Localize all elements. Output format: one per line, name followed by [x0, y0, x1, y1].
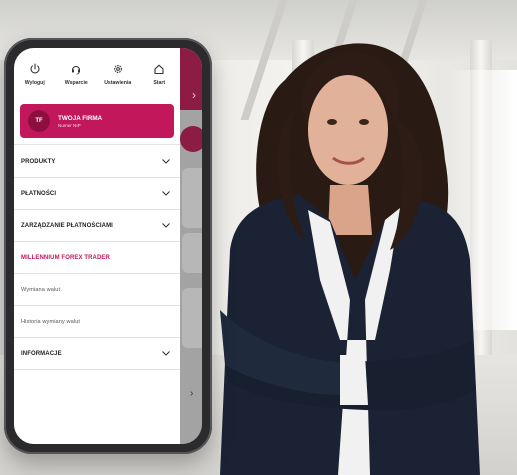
menu-item-information[interactable]: INFORMACJE — [14, 338, 180, 370]
account-badge — [180, 126, 202, 152]
chevron-down-icon — [162, 351, 170, 356]
menu-item-currency-exchange[interactable]: Wymiana walut — [14, 274, 180, 306]
divider — [14, 144, 180, 145]
menu-item-exchange-history[interactable]: Historia wymiany walut — [14, 306, 180, 338]
company-selector[interactable]: TF TWOJA FIRMA Numer NIP — [20, 104, 174, 138]
headset-icon — [72, 65, 81, 75]
menu-item-label: MILLENNIUM FOREX TRADER — [21, 254, 110, 261]
chevron-right-icon: › — [190, 388, 194, 399]
settings-label: Ustawienia — [104, 80, 132, 86]
menu-item-label: Historia wymiany walut — [21, 318, 81, 325]
company-nip: Numer NIP — [58, 122, 81, 128]
home-icon — [154, 64, 164, 75]
menu-item-label: ZARZĄDZANIE PŁATNOŚCIAMI — [21, 222, 113, 229]
menu-item-label: PŁATNOŚCI — [21, 190, 57, 197]
settings-button[interactable]: Ustawienia — [97, 54, 139, 100]
home-label: Start — [153, 80, 166, 86]
support-button[interactable]: Wsparcie — [56, 54, 98, 100]
app-card — [182, 233, 202, 273]
menu-item-payments[interactable]: PŁATNOŚCI — [14, 178, 180, 210]
menu-item-payments-management[interactable]: ZARZĄDZANIE PŁATNOŚCIAMI — [14, 210, 180, 242]
menu-item-label: Wymiana walut — [21, 286, 61, 293]
chevron-down-icon — [162, 159, 170, 164]
support-label: Wsparcie — [64, 80, 88, 86]
logout-label: Wyloguj — [24, 80, 45, 86]
company-avatar: TF — [28, 110, 50, 132]
menu-item-label: INFORMACJE — [21, 350, 62, 357]
menu-item-products[interactable]: PRODUKTY — [14, 146, 180, 178]
app-card — [182, 168, 202, 228]
menu-section-forex-trader[interactable]: MILLENNIUM FOREX TRADER — [14, 242, 180, 274]
side-menu: Wyloguj Wsparcie Ustawienia Start TF TWO… — [14, 48, 180, 444]
menu-item-label: PRODUKTY — [21, 158, 56, 165]
chevron-down-icon — [162, 191, 170, 196]
company-name: TWOJA FIRMA — [58, 114, 103, 122]
quick-actions: Wyloguj Wsparcie Ustawienia Start — [14, 54, 180, 100]
logout-button[interactable]: Wyloguj — [14, 54, 56, 100]
chevron-right-icon: › — [192, 88, 196, 102]
gear-icon — [113, 65, 122, 73]
chevron-down-icon — [162, 223, 170, 228]
app-card — [182, 288, 202, 348]
phone-screen: › › Wyloguj Wsparcie Ustawienia Start TF… — [14, 48, 202, 444]
smartphone: › › Wyloguj Wsparcie Ustawienia Start TF… — [4, 38, 212, 454]
home-button[interactable]: Start — [139, 54, 181, 100]
power-icon — [30, 63, 40, 74]
businesswoman-photo — [220, 43, 480, 475]
